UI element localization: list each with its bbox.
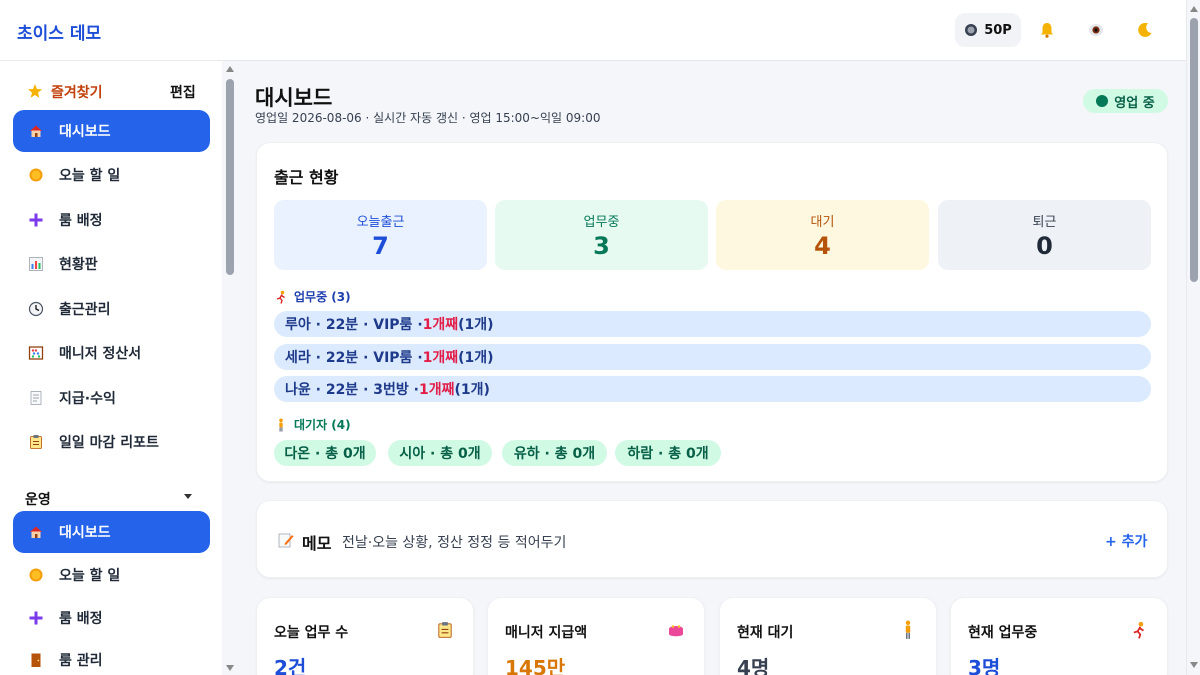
kpi-card-current-waiting[interactable]: 현재 대기 4명 bbox=[719, 597, 937, 675]
purse-icon bbox=[666, 620, 686, 640]
sidebar-item-attendance[interactable]: 출근관리 bbox=[13, 288, 210, 330]
scroll-up-arrow-icon[interactable] bbox=[1190, 6, 1198, 12]
coin-icon bbox=[965, 24, 978, 36]
house-icon bbox=[27, 122, 45, 140]
moon-icon[interactable] bbox=[1133, 18, 1157, 42]
points-button[interactable]: 50P bbox=[955, 13, 1021, 47]
working-group-title: 업무중 (3) bbox=[274, 288, 351, 305]
stat-left-work[interactable]: 퇴근 0 bbox=[938, 200, 1151, 270]
waiting-chip[interactable]: 하람 · 총 0개 bbox=[615, 440, 721, 466]
waiting-group-title: 대기자 (4) bbox=[274, 416, 351, 433]
clipboard-icon bbox=[435, 620, 455, 640]
brand-title[interactable]: 초이스 데모 bbox=[17, 19, 101, 44]
points-value: 50P bbox=[984, 22, 1012, 38]
page-title: 대시보드 bbox=[255, 86, 333, 110]
stat-today-attendance[interactable]: 오늘출근 7 bbox=[274, 200, 487, 270]
memo-pencil-icon bbox=[278, 533, 294, 548]
sidebar-item-ops-dashboard[interactable]: 대시보드 bbox=[13, 511, 210, 553]
sun-icon bbox=[27, 166, 45, 184]
standing-person-icon bbox=[279, 418, 283, 431]
favorites-header: 즐겨찾기 편집 bbox=[0, 82, 222, 104]
bar-chart-icon bbox=[27, 255, 45, 273]
add-memo-button[interactable]: + 추가 bbox=[1105, 531, 1147, 551]
edit-favorites-button[interactable]: 편집 bbox=[170, 82, 196, 102]
stat-working[interactable]: 업무중 3 bbox=[495, 200, 708, 270]
stat-waiting[interactable]: 대기 4 bbox=[716, 200, 929, 270]
star-icon bbox=[28, 84, 42, 98]
operations-section-label[interactable]: 운영 bbox=[25, 489, 51, 509]
waiting-chip[interactable]: 시아 · 총 0개 bbox=[388, 440, 492, 466]
attendance-card: 출근 현황 오늘출근 7 업무중 3 대기 4 퇴근 0 업무중 (3) 루아 … bbox=[256, 142, 1168, 482]
door-icon bbox=[27, 651, 45, 669]
memo-card: 메모 전날·오늘 상황, 정산 정정 등 적어두기 + 추가 bbox=[256, 500, 1168, 578]
kpi-card-today-tasks[interactable]: 오늘 업무 수 2건 bbox=[256, 597, 474, 675]
chevron-down-icon[interactable] bbox=[184, 494, 192, 499]
standing-person-icon bbox=[898, 620, 918, 640]
sidebar-item-today-tasks[interactable]: 오늘 할 일 bbox=[13, 154, 210, 196]
sidebar-item-payment-revenue[interactable]: 지급·수익 bbox=[13, 377, 210, 419]
page-scroll-thumb[interactable] bbox=[1190, 18, 1198, 282]
abacus-icon bbox=[27, 344, 45, 362]
scroll-down-arrow-icon[interactable] bbox=[1190, 662, 1198, 668]
favorites-label: 즐겨찾기 bbox=[51, 85, 103, 101]
attendance-title: 출근 현황 bbox=[274, 168, 339, 187]
waiting-chip[interactable]: 유하 · 총 0개 bbox=[502, 440, 607, 466]
sidebar-item-daily-report[interactable]: 일일 마감 리포트 bbox=[13, 421, 210, 463]
clock-icon bbox=[27, 300, 45, 318]
sidebar-item-ops-room-assign[interactable]: 룸 배정 bbox=[13, 597, 210, 639]
sun-icon bbox=[27, 566, 45, 584]
eye-icon[interactable] bbox=[1084, 18, 1108, 42]
status-text: 영업 중 bbox=[1114, 95, 1155, 111]
plus-icon bbox=[27, 609, 45, 627]
running-person-icon bbox=[276, 290, 285, 304]
scroll-down-arrow-icon[interactable] bbox=[226, 665, 234, 671]
sidebar: 즐겨찾기 편집 대시보드 오늘 할 일 룸 배정 현황판 출근관리 매니저 정산… bbox=[0, 61, 222, 675]
running-person-icon bbox=[1129, 620, 1149, 640]
page-subtitle: 영업일 2026-08-06 · 실시간 자동 갱신 · 영업 15:00~익일… bbox=[255, 111, 601, 125]
receipt-icon bbox=[27, 389, 45, 407]
status-badge: 영업 중 bbox=[1083, 89, 1168, 113]
working-row[interactable]: 세라 · 22분 · VIP룸 · 1개째 (1개) bbox=[274, 344, 1151, 370]
top-bar: 초이스 데모 50P bbox=[0, 0, 1186, 61]
page-scrollbar[interactable] bbox=[1186, 0, 1200, 675]
kpi-card-current-working[interactable]: 현재 업무중 3명 bbox=[950, 597, 1168, 675]
sidebar-item-manager-settlement[interactable]: 매니저 정산서 bbox=[13, 332, 210, 374]
sidebar-item-room-assign[interactable]: 룸 배정 bbox=[13, 199, 210, 241]
sidebar-item-status-board[interactable]: 현황판 bbox=[13, 243, 210, 285]
scroll-up-arrow-icon[interactable] bbox=[226, 66, 234, 72]
sidebar-item-ops-today-tasks[interactable]: 오늘 할 일 bbox=[13, 554, 210, 596]
working-row[interactable]: 루아 · 22분 · VIP룸 · 1개째 (1개) bbox=[274, 311, 1151, 337]
sidebar-item-dashboard[interactable]: 대시보드 bbox=[13, 110, 210, 152]
sidebar-item-ops-room-manage[interactable]: 룸 관리 bbox=[13, 639, 210, 675]
waiting-chip[interactable]: 다온 · 총 0개 bbox=[274, 440, 376, 466]
memo-title: 메모 bbox=[302, 534, 332, 553]
plus-icon bbox=[27, 211, 45, 229]
status-dot-icon bbox=[1096, 95, 1109, 107]
house-icon bbox=[27, 523, 45, 541]
sidebar-scroll-thumb[interactable] bbox=[226, 79, 234, 275]
sidebar-scrollbar[interactable] bbox=[222, 61, 238, 675]
bell-icon[interactable] bbox=[1035, 18, 1059, 42]
clipboard-icon bbox=[27, 433, 45, 451]
memo-description: 전날·오늘 상황, 정산 정정 등 적어두기 bbox=[342, 535, 567, 551]
kpi-card-manager-payout[interactable]: 매니저 지급액 145만 bbox=[487, 597, 705, 675]
working-row[interactable]: 나윤 · 22분 · 3번방 · 1개째 (1개) bbox=[274, 376, 1151, 402]
